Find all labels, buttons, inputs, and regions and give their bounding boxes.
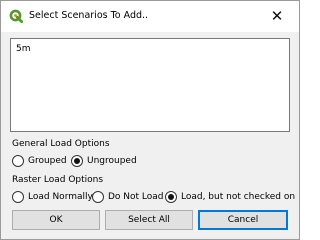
raster-load-options-label: Raster Load Options xyxy=(12,175,104,185)
dialog-window: Select Scenarios To Add.. ✕ 5m General L… xyxy=(0,0,300,240)
radio-ungrouped[interactable]: Ungrouped xyxy=(71,155,137,167)
scenario-list[interactable]: 5m xyxy=(10,38,290,132)
list-item[interactable]: 5m xyxy=(16,44,31,54)
radio-do-not-load-label: Do Not Load xyxy=(108,192,164,202)
title-bar: Select Scenarios To Add.. ✕ xyxy=(1,1,299,32)
close-button[interactable]: ✕ xyxy=(255,1,299,31)
select-all-button[interactable]: Select All xyxy=(105,210,193,230)
radio-load-not-checked[interactable]: Load, but not checked on xyxy=(165,191,295,203)
radio-grouped-label: Grouped xyxy=(28,156,67,166)
radio-ungrouped-label: Ungrouped xyxy=(87,156,137,166)
ok-button[interactable]: OK xyxy=(12,210,100,230)
cancel-button[interactable]: Cancel xyxy=(198,210,288,230)
radio-do-not-load-indicator xyxy=(92,191,104,203)
radio-grouped-indicator xyxy=(12,155,24,167)
general-load-options-label: General Load Options xyxy=(12,139,110,149)
qgis-logo-icon xyxy=(9,9,23,23)
radio-load-not-checked-indicator xyxy=(165,191,177,203)
radio-load-normally[interactable]: Load Normally xyxy=(12,191,93,203)
window-title: Select Scenarios To Add.. xyxy=(29,10,149,21)
radio-load-normally-label: Load Normally xyxy=(28,192,93,202)
radio-load-normally-indicator xyxy=(12,191,24,203)
radio-load-not-checked-label: Load, but not checked on xyxy=(181,192,296,202)
radio-ungrouped-indicator xyxy=(71,155,83,167)
close-icon: ✕ xyxy=(270,7,284,25)
radio-grouped[interactable]: Grouped xyxy=(12,155,67,167)
radio-do-not-load[interactable]: Do Not Load xyxy=(92,191,164,203)
